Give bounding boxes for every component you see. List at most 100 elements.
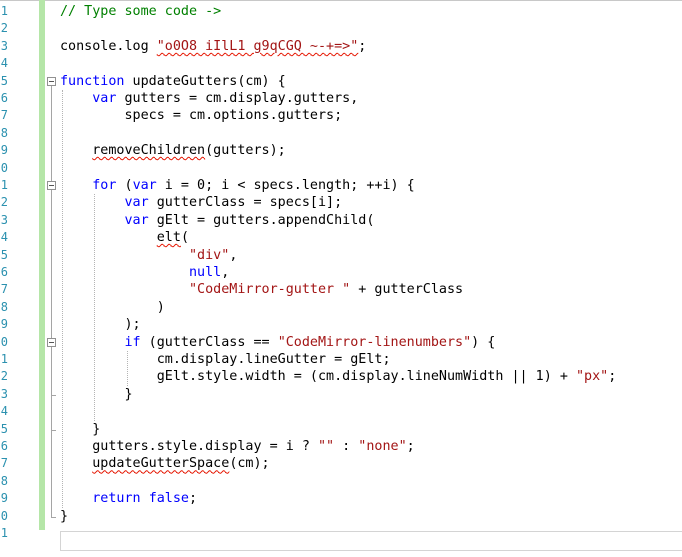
code-line: "CodeMirror-gutter " + gutterClass	[60, 281, 463, 298]
line-number-text: 5	[0, 247, 8, 262]
line-number: 1	[0, 351, 12, 368]
line-number: 3	[0, 212, 12, 229]
code-line: cm.display.lineGutter = gElt;	[60, 351, 391, 368]
line-number: 3	[0, 386, 12, 403]
code-token: console.log	[60, 38, 157, 54]
code-token: specs = cm.options.gutters;	[60, 108, 343, 124]
code-token: ;	[608, 369, 617, 385]
code-line: for (var i = 0; i < specs.length; ++i) {	[60, 177, 415, 194]
line-number-text: 6	[0, 265, 8, 279]
line-number: 8	[0, 299, 12, 316]
line-number: 4	[0, 55, 12, 72]
code-line: specs = cm.options.gutters;	[60, 107, 342, 124]
code-line: );	[60, 316, 140, 333]
line-number-text: 0	[0, 334, 8, 349]
code-token: "div"	[189, 247, 230, 263]
line-number: 7	[0, 281, 12, 298]
line-number: 0	[0, 160, 12, 177]
code-token: :	[334, 439, 359, 454]
fold-region-line	[51, 346, 52, 395]
line-number-text: 8	[0, 473, 8, 488]
code-token: var	[132, 178, 157, 193]
code-token: gutters.style.display = i ?	[60, 439, 318, 454]
line-number: 0	[0, 508, 12, 525]
code-line: console.log "o0O8 iIlL1 g9qCGQ ~-+=>";	[60, 38, 366, 55]
code-line: null,	[60, 264, 229, 281]
line-number: 6	[0, 264, 12, 281]
code-token: for	[92, 178, 117, 193]
collapse-region-icon[interactable]	[47, 181, 56, 190]
code-token: "px"	[575, 369, 609, 385]
code-line: elt(	[60, 229, 189, 246]
line-number-text: 5	[0, 73, 8, 88]
code-token: var	[124, 212, 149, 228]
line-number-text: 4	[0, 404, 8, 419]
code-line: "div",	[60, 247, 237, 264]
code-token: "CodeMirror-gutter "	[189, 282, 351, 298]
code-line: gElt.style.width = (cm.display.lineNumWi…	[60, 368, 617, 385]
code-line: removeChildren(gutters);	[60, 142, 286, 159]
code-token: (gutterClass ==	[140, 334, 278, 350]
line-number: 9	[0, 316, 12, 333]
line-number-text: 7	[0, 282, 8, 297]
code-token: ,	[229, 247, 238, 263]
line-number: 5	[0, 73, 12, 90]
line-number: 2	[0, 194, 12, 211]
line-number-text: 1	[0, 4, 8, 18]
line-number-text: 6	[0, 439, 8, 453]
indent-guide	[94, 194, 96, 421]
line-number: 1	[0, 3, 12, 20]
code-token: }	[60, 508, 69, 524]
code-token: (gutters);	[205, 143, 286, 159]
code-token: updateGutterSpace	[92, 456, 230, 472]
code-line: // Type some code ->	[60, 3, 221, 20]
line-number-text: 8	[0, 125, 8, 140]
collapse-region-icon[interactable]	[47, 76, 56, 86]
code-line: updateGutterSpace(cm);	[60, 455, 270, 472]
code-token: if	[124, 334, 141, 350]
code-token: )	[60, 299, 165, 315]
code-token: // Type some code ->	[60, 4, 222, 19]
code-token: gutterClass = specs[i];	[148, 195, 343, 211]
code-token: }	[60, 386, 133, 402]
code-token: (	[116, 178, 133, 193]
line-number-text: 0	[0, 160, 8, 175]
line-number-text: 1	[0, 352, 8, 366]
line-number-text: 2	[0, 369, 8, 384]
code-token: gutters = cm.display.gutters,	[116, 91, 359, 106]
line-number: 3	[0, 38, 12, 55]
code-line: )	[60, 299, 165, 316]
code-token: function	[60, 73, 125, 89]
line-number-text: 2	[0, 21, 8, 36]
code-line: }	[60, 508, 68, 525]
line-number-text: 3	[0, 386, 8, 401]
line-number-text: 7	[0, 108, 8, 123]
code-token: var	[124, 195, 149, 211]
line-number-text: 3	[0, 212, 8, 227]
fold-region-end	[51, 429, 56, 431]
line-number: 4	[0, 229, 12, 246]
line-number: 6	[0, 438, 12, 455]
code-token: ;	[358, 38, 367, 54]
code-token: ""	[317, 439, 335, 454]
line-number: 1	[0, 525, 12, 542]
line-number: 8	[0, 125, 12, 142]
fold-region-end	[51, 516, 56, 518]
code-token: i = 0; i < specs.length; ++i) {	[156, 178, 415, 193]
editor-input-field[interactable]	[60, 531, 682, 551]
collapse-region-icon[interactable]	[47, 337, 56, 347]
code-token: false	[148, 491, 189, 507]
code-line: gutters.style.display = i ? "" : "none";	[60, 438, 415, 455]
code-token: (cm);	[229, 456, 270, 472]
code-token: gElt.style.width = (cm.display.lineNumWi…	[60, 369, 576, 385]
code-token: elt	[156, 230, 181, 246]
code-token: gElt = gutters.appendChild(	[148, 212, 375, 228]
line-number-text: 9	[0, 143, 8, 158]
code-line: var gutterClass = specs[i];	[60, 194, 343, 211]
code-editor[interactable]: // Type some code -> console.log "o0O8 iI…	[60, 0, 682, 557]
